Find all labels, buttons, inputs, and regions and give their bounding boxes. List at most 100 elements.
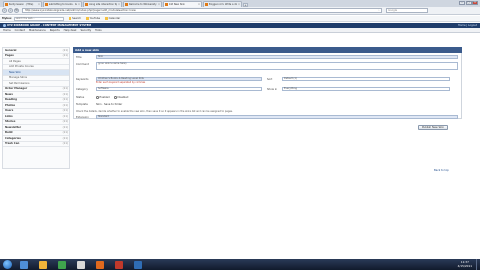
back-to-top-link[interactable]: Back to top: [434, 169, 449, 172]
sidebar-item-label: Stories: [5, 120, 16, 124]
extension-label: Extension: [76, 116, 89, 119]
recorder-taskbar-icon[interactable]: [115, 260, 123, 269]
favicon-icon: [85, 3, 88, 6]
bookmarks-toolbar: Mybox search the web… Search YouTube Cal…: [0, 16, 480, 22]
bookmark-icon: [68, 17, 72, 20]
sidebar-item-count: (11): [62, 142, 68, 146]
sidebar-item-label: New Skin: [9, 70, 21, 74]
close-tab-icon[interactable]: ×: [38, 3, 40, 6]
favicon-icon: [205, 3, 208, 6]
favicon-icon: [125, 3, 128, 6]
radio-icon: [114, 96, 117, 99]
sidebar-item-label: Order Manager: [5, 87, 28, 91]
menu-help-desk[interactable]: Help desk: [64, 29, 77, 32]
folder-taskbar-icon[interactable]: [39, 260, 47, 269]
sidebar-item-count: (11): [62, 109, 68, 113]
sidebar-item-label: All Pages: [9, 59, 21, 63]
sidebar-item-label: Reading: [5, 98, 17, 102]
menu-security[interactable]: Security: [81, 29, 92, 32]
sidebar-item-count: (11): [62, 54, 68, 58]
menu-home[interactable]: Home: [3, 29, 11, 32]
close-tab-icon[interactable]: ×: [238, 3, 240, 6]
sidebar-item-count: (11): [62, 136, 68, 140]
explorer-taskbar-icon[interactable]: [20, 260, 28, 269]
status-label: Status: [76, 96, 85, 99]
system-clock[interactable]: 11:37 4/15/2011: [458, 260, 472, 268]
sidebar-item-count: (11): [62, 120, 68, 124]
sidebar-item-label: Categories: [5, 136, 21, 140]
keywords-hint: Enter each keyword separated by commas: [96, 81, 146, 84]
bookmark-icon: [86, 17, 89, 20]
sidebar-item-count: (11): [62, 48, 68, 52]
forward-button[interactable]: ›: [8, 8, 13, 13]
close-window-button[interactable]: ×: [472, 1, 478, 5]
status-disabled-radio[interactable]: Disabled: [114, 96, 128, 99]
header-links[interactable]: Home | Logout: [458, 24, 477, 27]
toolbar-search-input[interactable]: search the web…: [13, 16, 64, 21]
reload-button[interactable]: ↻: [14, 8, 19, 13]
sidebar-item-label: Users: [5, 109, 14, 113]
word-taskbar-icon[interactable]: [134, 260, 142, 269]
menu-reports[interactable]: Reports: [50, 29, 60, 32]
sidebar-item[interactable]: Trash Can (11): [3, 142, 69, 147]
close-tab-icon[interactable]: ×: [118, 3, 120, 6]
favicon-icon: [165, 3, 168, 6]
bookmark-calendar[interactable]: Calendar: [105, 17, 120, 20]
sidebar-item-label: News: [5, 92, 13, 96]
sidebar-item-label: Build: [5, 131, 13, 135]
form-note: Check the details, decide whether to ena…: [76, 110, 233, 113]
sidebar-item-label: Links: [5, 114, 13, 118]
sidebar-item-label: Trash Can: [5, 142, 20, 146]
category-select[interactable]: Software: [96, 87, 262, 91]
close-tab-icon[interactable]: ×: [78, 3, 80, 6]
radio-icon: [96, 96, 99, 99]
title-label: Title: [76, 56, 82, 59]
windows-taskbar: 11:37 4/15/2011: [0, 259, 480, 270]
bookmark-search[interactable]: Search: [68, 17, 81, 20]
window-controls: – □ ×: [459, 1, 478, 5]
menu-maintenance[interactable]: Maintenance: [29, 29, 46, 32]
close-tab-icon[interactable]: ×: [158, 3, 160, 6]
show-in-select[interactable]: Everything: [282, 87, 450, 91]
browser-tab-strip: Nerdy lesson · (Title) × Submitting to bo…: [0, 0, 480, 7]
new-tab-button[interactable]: +: [243, 2, 248, 7]
minimize-button[interactable]: –: [459, 1, 465, 5]
close-tab-icon[interactable]: ×: [198, 3, 200, 6]
publish-skin-button[interactable]: Publish New Skin: [418, 125, 448, 130]
status-enabled-radio[interactable]: Enabled: [96, 96, 110, 99]
bookmark-star-icon[interactable]: ☆: [378, 9, 380, 12]
app-taskbar-icon[interactable]: [77, 260, 85, 269]
sidebar-item-label: Newsletter: [5, 125, 22, 129]
favicon-icon: [45, 3, 48, 6]
bookmark-youtube[interactable]: YouTube: [86, 17, 100, 20]
template-label: Template: [76, 103, 88, 106]
title-input[interactable]: Skin: [96, 55, 458, 59]
menu-content[interactable]: Content: [15, 29, 25, 32]
comment-label: Comment: [76, 63, 89, 66]
template-value: Skin · Save to folder: [96, 103, 123, 106]
sidebar-item-count: (11): [62, 92, 68, 96]
bookmark-icon: [105, 17, 108, 20]
extension-select[interactable]: Standard: [96, 115, 458, 119]
browser-search-input[interactable]: Google: [386, 8, 428, 13]
sidebar-item-label: Add Private Course: [9, 65, 34, 69]
menu-tools[interactable]: Tools: [95, 29, 101, 32]
back-button[interactable]: ‹: [2, 8, 7, 13]
sidebar-item-label: General: [5, 48, 17, 52]
media-taskbar-icon[interactable]: [58, 260, 66, 269]
comment-textarea[interactable]: (your skin's name here): [96, 62, 458, 70]
address-bar[interactable]: ☆ http://www.xyz-kidsbookgrade.net/admin/…: [22, 8, 382, 13]
favicon-icon: [5, 3, 8, 6]
app-logo-icon: [3, 24, 6, 27]
sidebar: General (11) Pages (11) All Pages Add Private…: [2, 47, 70, 169]
toolbar-label: Mybox: [2, 17, 12, 20]
sidebar-item-label: Pages: [5, 54, 14, 58]
firefox-taskbar-icon[interactable]: [96, 260, 104, 269]
category-label: Category: [76, 88, 88, 91]
show-desktop-button[interactable]: [476, 259, 480, 270]
sidebar-item-label: Photos: [5, 103, 16, 107]
sort-label: Sort: [267, 78, 273, 81]
maximize-button[interactable]: □: [465, 1, 472, 5]
start-button[interactable]: [3, 260, 12, 269]
sort-select[interactable]: Default (1): [282, 77, 450, 81]
